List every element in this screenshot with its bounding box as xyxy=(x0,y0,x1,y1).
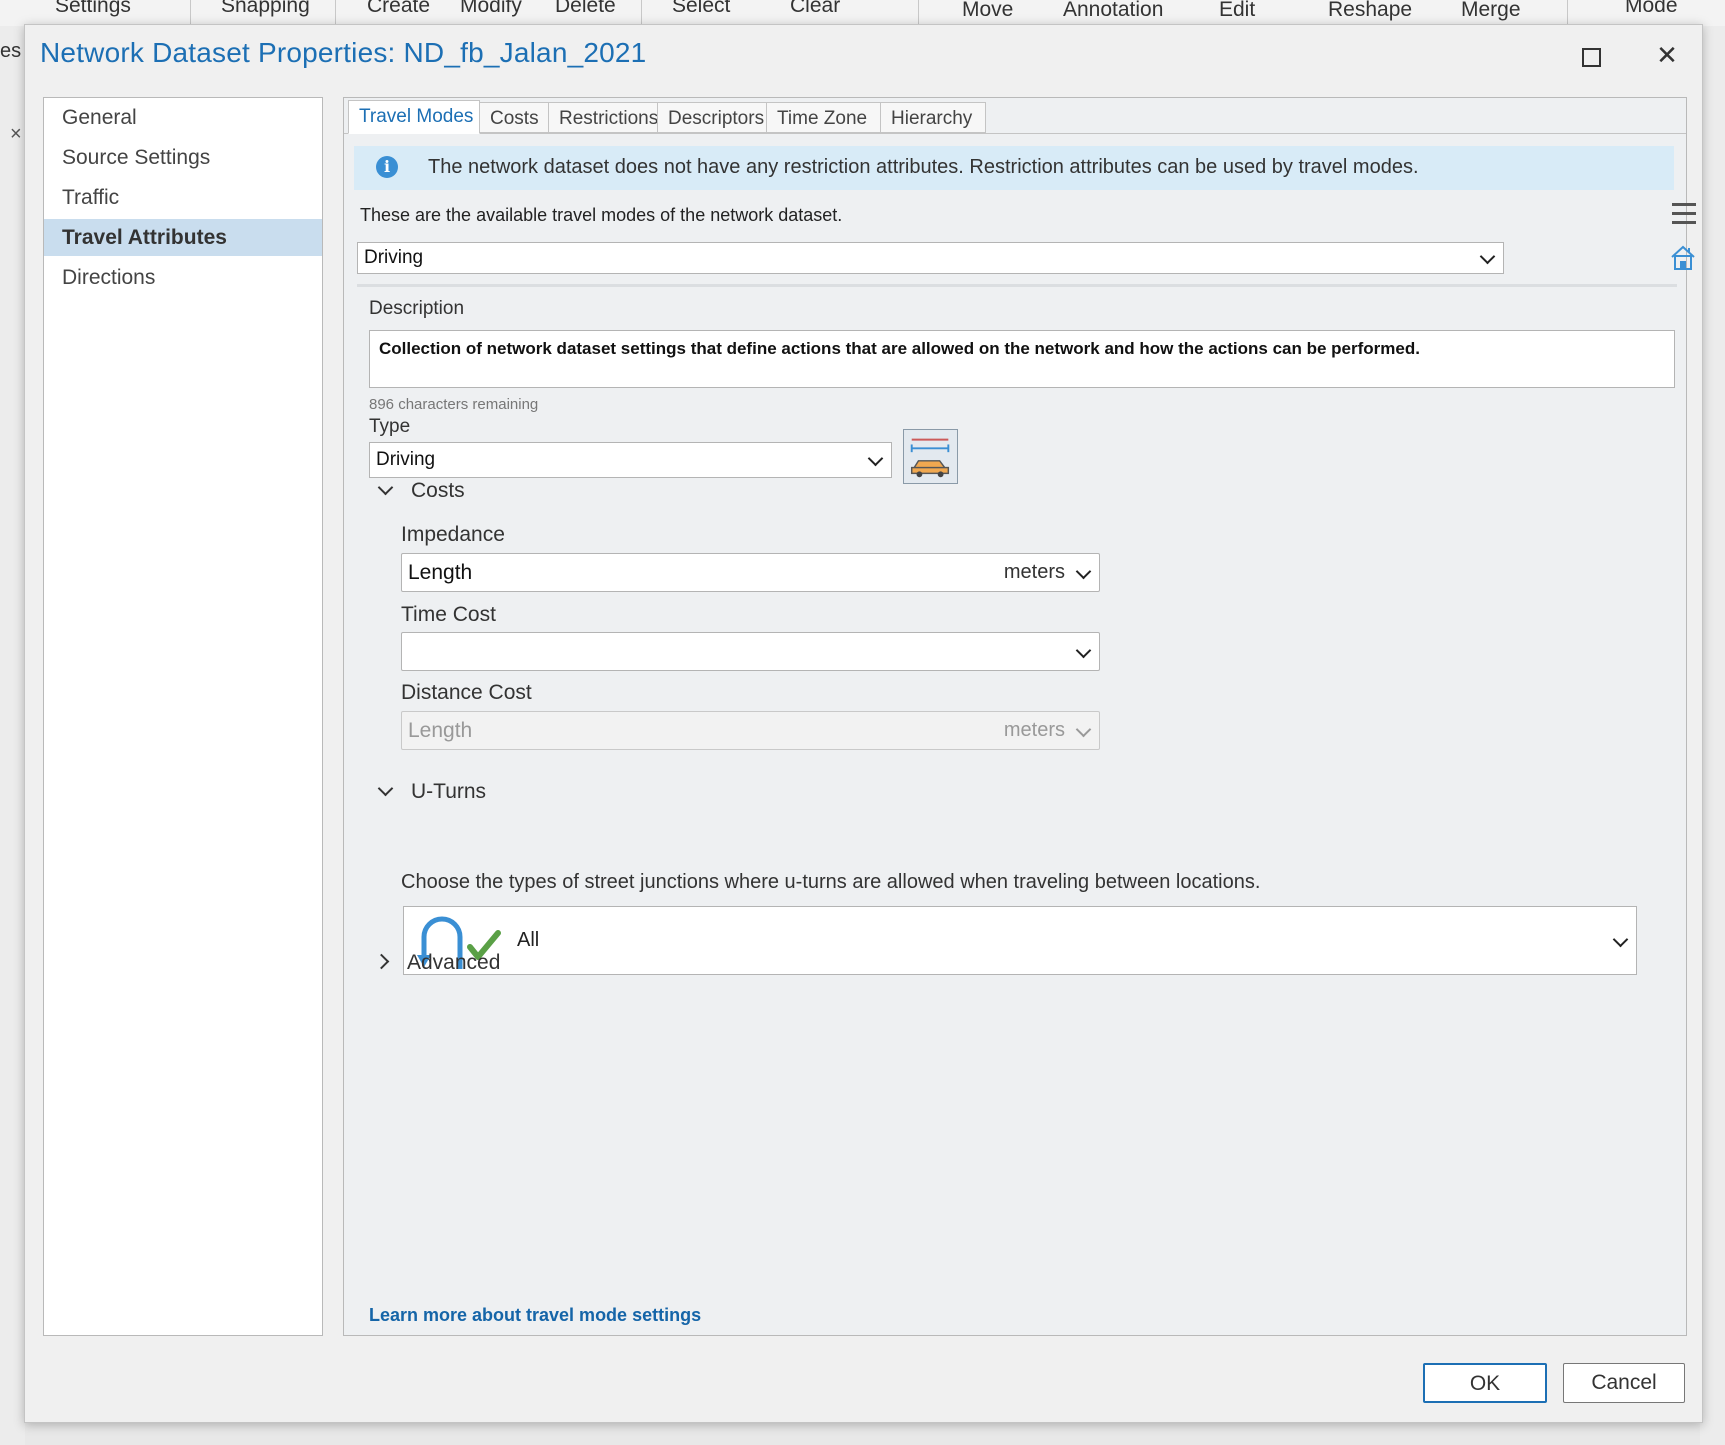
nav-item-source-settings[interactable]: Source Settings xyxy=(44,139,322,176)
travel-attributes-panel: Travel Modes Costs Restrictions Descript… xyxy=(343,97,1696,1336)
chevron-down-icon xyxy=(1075,721,1092,737)
close-button[interactable]: ✕ xyxy=(1647,37,1687,73)
time-cost-label: Time Cost xyxy=(401,603,496,626)
uturns-value: All xyxy=(517,929,540,951)
learn-more-link[interactable]: Learn more about travel mode settings xyxy=(369,1305,701,1326)
ribbon-separator xyxy=(918,0,919,26)
uturns-header: U-Turns xyxy=(411,780,487,803)
network-dataset-properties-dialog: Network Dataset Properties: ND_fb_Jalan_… xyxy=(24,24,1703,1423)
type-value: Driving xyxy=(376,449,436,470)
section-divider xyxy=(357,284,1677,287)
ribbon-clear[interactable]: Clear xyxy=(790,0,840,18)
distance-cost-value: Length xyxy=(408,719,473,742)
ribbon-mode[interactable]: Mode xyxy=(1625,0,1678,18)
right-strip xyxy=(1700,26,1725,1445)
uturns-section-toggle[interactable]: U-Turns xyxy=(377,780,487,804)
maximize-icon xyxy=(1581,47,1601,67)
ribbon-snapping[interactable]: Snapping xyxy=(221,0,310,18)
tab-descriptors[interactable]: Descriptors xyxy=(657,102,767,133)
chevron-down-icon xyxy=(1479,248,1496,265)
costs-header: Costs xyxy=(411,479,465,502)
costs-section-toggle[interactable]: Costs xyxy=(377,479,465,503)
ribbon-merge[interactable]: Merge xyxy=(1461,0,1521,22)
chevron-down-icon xyxy=(1075,563,1092,579)
chevron-down-icon xyxy=(867,450,884,467)
nav-item-general[interactable]: General xyxy=(44,99,322,136)
description-label: Description xyxy=(369,298,465,319)
dialog-title: Network Dataset Properties: ND_fb_Jalan_… xyxy=(40,37,647,68)
tab-costs[interactable]: Costs xyxy=(479,102,549,133)
hamburger-menu-icon[interactable] xyxy=(1672,203,1696,225)
chars-remaining: 896 characters remaining xyxy=(369,396,539,413)
chevron-down-icon xyxy=(377,780,394,797)
tab-travel-modes[interactable]: Travel Modes xyxy=(348,100,480,134)
info-message: The network dataset does not have any re… xyxy=(428,156,1419,178)
type-select[interactable]: Driving xyxy=(369,442,892,478)
left-strip xyxy=(0,26,25,1445)
nav-item-traffic[interactable]: Traffic xyxy=(44,179,322,216)
ribbon-separator xyxy=(1567,0,1568,26)
ribbon-edit[interactable]: Edit xyxy=(1219,0,1255,22)
description-textarea[interactable]: Collection of network dataset settings t… xyxy=(369,330,1675,388)
impedance-select[interactable]: Length meters xyxy=(401,553,1100,592)
nav-item-directions[interactable]: Directions xyxy=(44,259,322,296)
left-pane-label: es xyxy=(0,40,22,62)
ribbon-move[interactable]: Move xyxy=(962,0,1013,22)
ribbon-delete[interactable]: Delete xyxy=(555,0,616,18)
ribbon-separator xyxy=(335,0,336,26)
distance-cost-select: Length meters xyxy=(401,711,1100,750)
tab-time-zone[interactable]: Time Zone xyxy=(766,102,881,133)
ribbon-annotation[interactable]: Annotation xyxy=(1063,0,1163,22)
tab-hierarchy[interactable]: Hierarchy xyxy=(880,102,986,133)
left-pane-close-icon[interactable]: × xyxy=(10,123,22,146)
chevron-down-icon xyxy=(1612,931,1629,947)
impedance-label: Impedance xyxy=(401,523,505,546)
ribbon-separator xyxy=(190,0,191,26)
chevron-down-icon xyxy=(1075,642,1092,658)
nav-item-travel-attributes[interactable]: Travel Attributes xyxy=(44,219,322,256)
ribbon-create[interactable]: Create xyxy=(367,0,430,18)
ok-button[interactable]: OK xyxy=(1423,1363,1547,1403)
tabs-underline xyxy=(344,133,1686,134)
chevron-right-icon xyxy=(373,953,390,970)
cancel-button[interactable]: Cancel xyxy=(1563,1363,1685,1403)
impedance-unit: meters xyxy=(1003,561,1065,583)
uturns-instruction: Choose the types of street junctions whe… xyxy=(401,871,1261,893)
info-banner: i The network dataset does not have any … xyxy=(354,146,1674,190)
info-icon: i xyxy=(376,156,398,178)
available-modes-text: These are the available travel modes of … xyxy=(360,205,843,225)
type-label: Type xyxy=(369,416,411,437)
uturns-select[interactable]: All xyxy=(403,906,1637,975)
distance-cost-label: Distance Cost xyxy=(401,681,532,704)
advanced-section-toggle[interactable]: Advanced xyxy=(373,951,501,975)
maximize-button[interactable] xyxy=(1571,37,1611,73)
impedance-value: Length xyxy=(408,561,473,584)
ribbon-select[interactable]: Select xyxy=(672,0,730,18)
default-mode-house-icon[interactable] xyxy=(1669,244,1697,272)
ribbon-reshape[interactable]: Reshape xyxy=(1328,0,1412,22)
distance-cost-unit: meters xyxy=(1003,719,1065,741)
time-cost-select[interactable] xyxy=(401,632,1100,671)
driving-car-icon xyxy=(903,429,958,484)
properties-nav: General Source Settings Traffic Travel A… xyxy=(43,97,323,1336)
travel-mode-select[interactable]: Driving xyxy=(357,242,1504,274)
tab-restrictions[interactable]: Restrictions xyxy=(548,102,658,133)
ribbon-settings[interactable]: Settings xyxy=(55,0,131,18)
ribbon-modify[interactable]: Modify xyxy=(460,0,522,18)
advanced-header: Advanced xyxy=(407,951,501,974)
chevron-down-icon xyxy=(377,479,394,496)
ribbon-separator xyxy=(641,0,642,26)
close-icon: ✕ xyxy=(1656,40,1678,70)
background-ribbon: Settings Snapping Create Modify Delete S… xyxy=(0,0,1725,27)
travel-mode-value: Driving xyxy=(364,247,424,268)
